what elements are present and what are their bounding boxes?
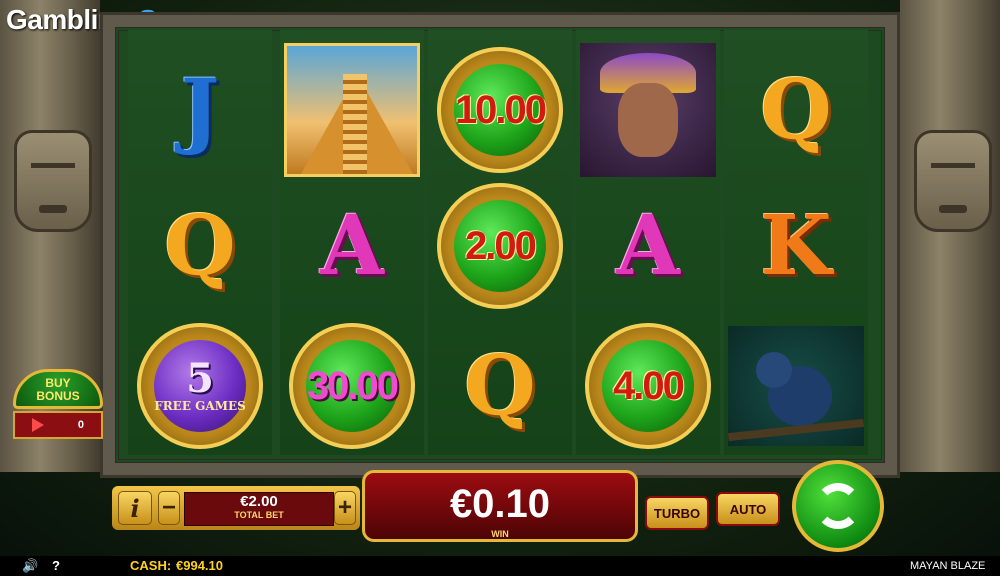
symbol-pyramid	[280, 42, 424, 178]
symbol-letter: Q	[724, 42, 868, 178]
symbol-letter-text: Q	[164, 198, 236, 294]
reel-5: QK	[724, 30, 868, 455]
reel-3: 10.00 2.00 Q	[428, 30, 572, 455]
buy-bonus-count: 0	[77, 419, 85, 431]
symbol-letter-text: Q	[760, 62, 832, 158]
cash-value: €994.10	[176, 558, 223, 573]
reel-4: A 4.00	[576, 30, 720, 455]
buy-bonus-line2: BONUS	[36, 389, 80, 403]
symbol-letter: Q	[128, 178, 272, 314]
buy-bonus-label: BUY BONUS	[13, 369, 103, 409]
buy-bonus-button[interactable]: BUY BONUS 0	[13, 369, 103, 443]
win-value: €0.10	[449, 482, 551, 526]
symbol-letter-text: Q	[464, 338, 536, 434]
reel-1: J Q 5 FREE GAMES	[128, 30, 272, 455]
info-button[interactable]: i	[118, 491, 152, 525]
symbol-letter: Q	[428, 318, 572, 454]
free-games-count: 5	[186, 355, 214, 402]
spin-button[interactable]	[792, 460, 884, 552]
bet-panel: i − €2.00 TOTAL BET +	[112, 486, 360, 530]
coin-value: 4.00	[613, 363, 685, 408]
play-icon	[31, 418, 44, 432]
symbol-letter-text: K	[760, 198, 832, 294]
speaker-icon[interactable]: 🔊	[22, 558, 38, 574]
spin-arrows-icon	[815, 483, 861, 529]
coin-icon: 10.00	[437, 47, 563, 173]
pyramid-icon	[284, 43, 420, 177]
game-name: MAYAN BLAZE	[910, 560, 986, 572]
symbol-letter: K	[724, 178, 868, 314]
decrease-bet-button[interactable]: −	[158, 491, 180, 525]
free-games-label: FREE GAMES	[154, 399, 246, 413]
total-bet-display: €2.00 TOTAL BET	[184, 492, 334, 526]
right-pillar	[900, 0, 1000, 472]
turbo-button[interactable]: TURBO	[645, 496, 709, 530]
coin-icon: 4.00	[585, 323, 711, 449]
cash-label: CASH:	[130, 558, 172, 573]
mayan-woman-icon	[580, 43, 716, 177]
symbol-mayan-woman	[576, 42, 720, 178]
symbol-letter-text: J	[180, 62, 220, 158]
help-button[interactable]: ?	[52, 558, 60, 573]
stone-mask-icon	[914, 130, 992, 232]
increase-bet-button[interactable]: +	[334, 491, 356, 525]
symbol-letter: J	[128, 42, 272, 178]
symbol-monkey	[724, 318, 868, 454]
free-games-coin-icon: 5 FREE GAMES	[137, 323, 263, 449]
symbol-free-games: 5 FREE GAMES	[128, 318, 272, 454]
symbol-coin: 2.00	[428, 178, 572, 314]
coin-icon: 2.00	[437, 183, 563, 309]
win-label: WIN	[491, 529, 509, 539]
symbol-coin: 10.00	[428, 42, 572, 178]
auto-button[interactable]: AUTO	[716, 492, 780, 526]
win-display: €0.10 WIN	[362, 470, 638, 542]
symbol-letter: A	[576, 178, 720, 314]
total-bet-label: TOTAL BET	[234, 510, 284, 520]
coin-value: 2.00	[465, 223, 537, 268]
symbol-letter-text: A	[616, 198, 680, 294]
reel-2: A 30.00	[280, 30, 424, 455]
coin-value: 30.00	[306, 363, 399, 408]
symbol-coin: 30.00	[280, 318, 424, 454]
total-bet-value: €2.00	[240, 493, 278, 510]
buy-bonus-counter: 0	[13, 411, 103, 439]
monkey-icon	[727, 326, 865, 446]
symbol-letter: A	[280, 178, 424, 314]
symbol-coin: 4.00	[576, 318, 720, 454]
status-bar: 🔊 ? CASH: €994.10 MAYAN BLAZE	[0, 556, 1000, 576]
coin-icon: 30.00	[289, 323, 415, 449]
coin-value: 10.00	[454, 87, 547, 132]
stone-mask-icon	[14, 130, 92, 232]
symbol-letter-text: A	[320, 198, 384, 294]
